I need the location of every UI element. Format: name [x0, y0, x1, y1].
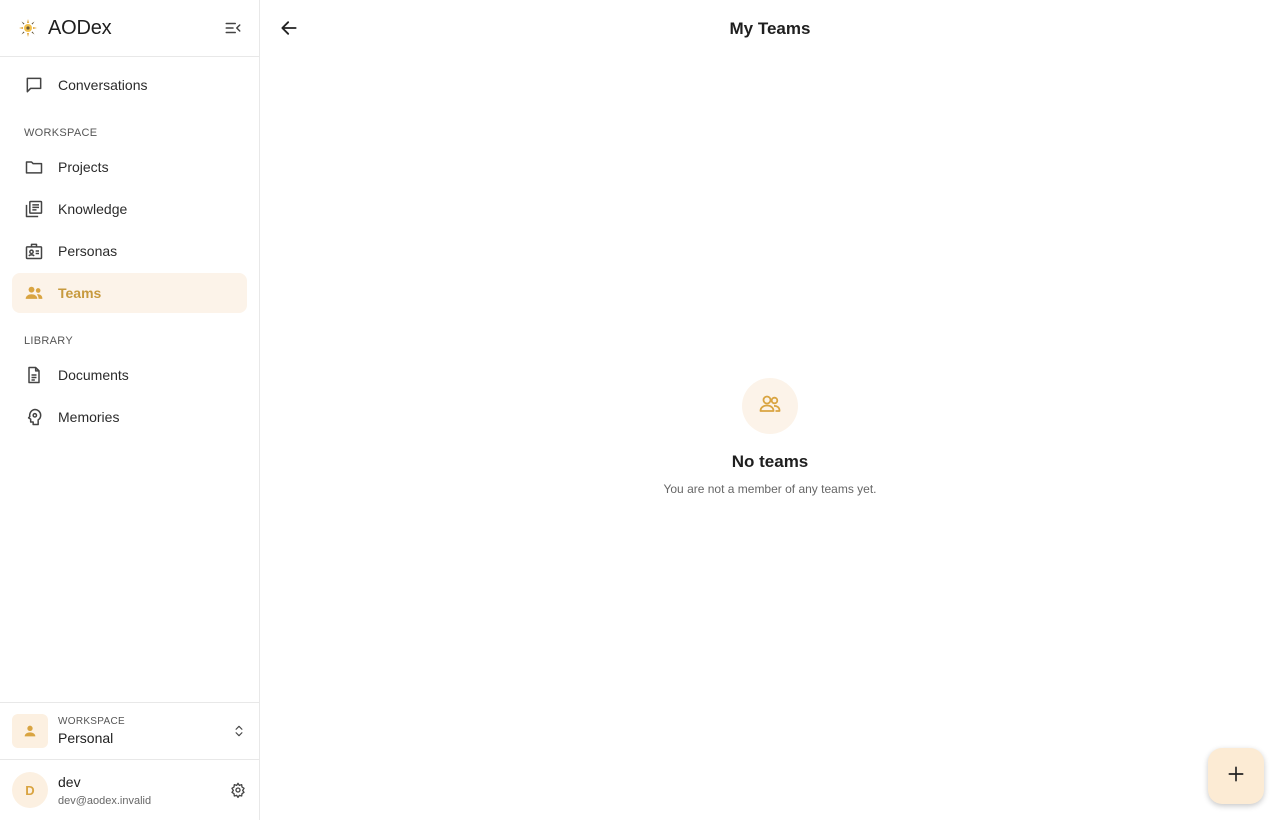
app-root: AODex Conversations WORKSPACE Projects K… — [0, 0, 1280, 820]
section-label-library: LIBRARY — [24, 335, 73, 347]
folder-icon — [24, 157, 44, 177]
add-team-button[interactable] — [1208, 748, 1264, 804]
chevron-up-down-icon — [231, 723, 247, 739]
sidebar-nav: Conversations WORKSPACE Projects Knowled… — [0, 57, 259, 702]
plus-icon — [1226, 764, 1246, 789]
empty-state: No teams You are not a member of any tea… — [260, 378, 1280, 496]
sidebar-item-projects[interactable]: Projects — [12, 147, 247, 187]
id-badge-icon — [24, 241, 44, 261]
empty-state-title: No teams — [731, 452, 809, 471]
logo-icon — [16, 16, 40, 40]
chat-bubble-icon — [24, 75, 44, 95]
sidebar-item-knowledge[interactable]: Knowledge — [12, 189, 247, 229]
sidebar-item-personas[interactable]: Personas — [12, 231, 247, 271]
library-icon — [24, 199, 44, 219]
user-email: dev@aodex.invalid — [58, 794, 152, 807]
sidebar-item-conversations[interactable]: Conversations — [12, 65, 247, 105]
empty-state-icon-circle — [742, 378, 798, 434]
sidebar-item-label: Projects — [58, 159, 109, 175]
sidebar-header: AODex — [0, 0, 259, 57]
brain-icon — [24, 407, 44, 427]
sidebar: AODex Conversations WORKSPACE Projects K… — [0, 0, 260, 820]
workspace-text: WORKSPACE Personal — [58, 716, 221, 746]
sidebar-item-label: Conversations — [58, 77, 148, 93]
empty-state-subtitle: You are not a member of any teams yet. — [663, 482, 877, 496]
sidebar-item-label: Documents — [58, 367, 129, 383]
sidebar-item-label: Teams — [58, 285, 102, 301]
user-name: dev — [58, 773, 81, 790]
gear-icon[interactable] — [229, 781, 247, 799]
group-icon — [758, 392, 782, 421]
user-text: dev dev@aodex.invalid — [58, 774, 219, 807]
back-arrow-icon[interactable] — [278, 17, 300, 39]
avatar[interactable]: D — [12, 772, 48, 808]
top-bar: My Teams — [260, 0, 1280, 57]
workspace-switcher[interactable]: WORKSPACE Personal — [0, 702, 259, 759]
group-icon — [24, 283, 44, 303]
brand-name: AODex — [48, 16, 112, 39]
sidebar-item-label: Memories — [58, 409, 120, 425]
brand[interactable]: AODex — [16, 16, 112, 40]
workspace-label: WORKSPACE — [58, 716, 125, 727]
sidebar-item-documents[interactable]: Documents — [12, 355, 247, 395]
page-title: My Teams — [729, 18, 811, 38]
document-icon — [24, 365, 44, 385]
sidebar-item-teams[interactable]: Teams — [12, 273, 247, 313]
person-icon — [12, 714, 48, 748]
user-profile: D dev dev@aodex.invalid — [0, 759, 259, 820]
sidebar-item-memories[interactable]: Memories — [12, 397, 247, 437]
main-content: My Teams No teams You are not a member o… — [260, 0, 1280, 820]
sidebar-collapse-icon[interactable] — [223, 18, 243, 38]
section-label-workspace: WORKSPACE — [24, 127, 98, 139]
sidebar-item-label: Personas — [58, 243, 118, 259]
workspace-value: Personal — [58, 730, 114, 746]
sidebar-item-label: Knowledge — [58, 201, 128, 217]
